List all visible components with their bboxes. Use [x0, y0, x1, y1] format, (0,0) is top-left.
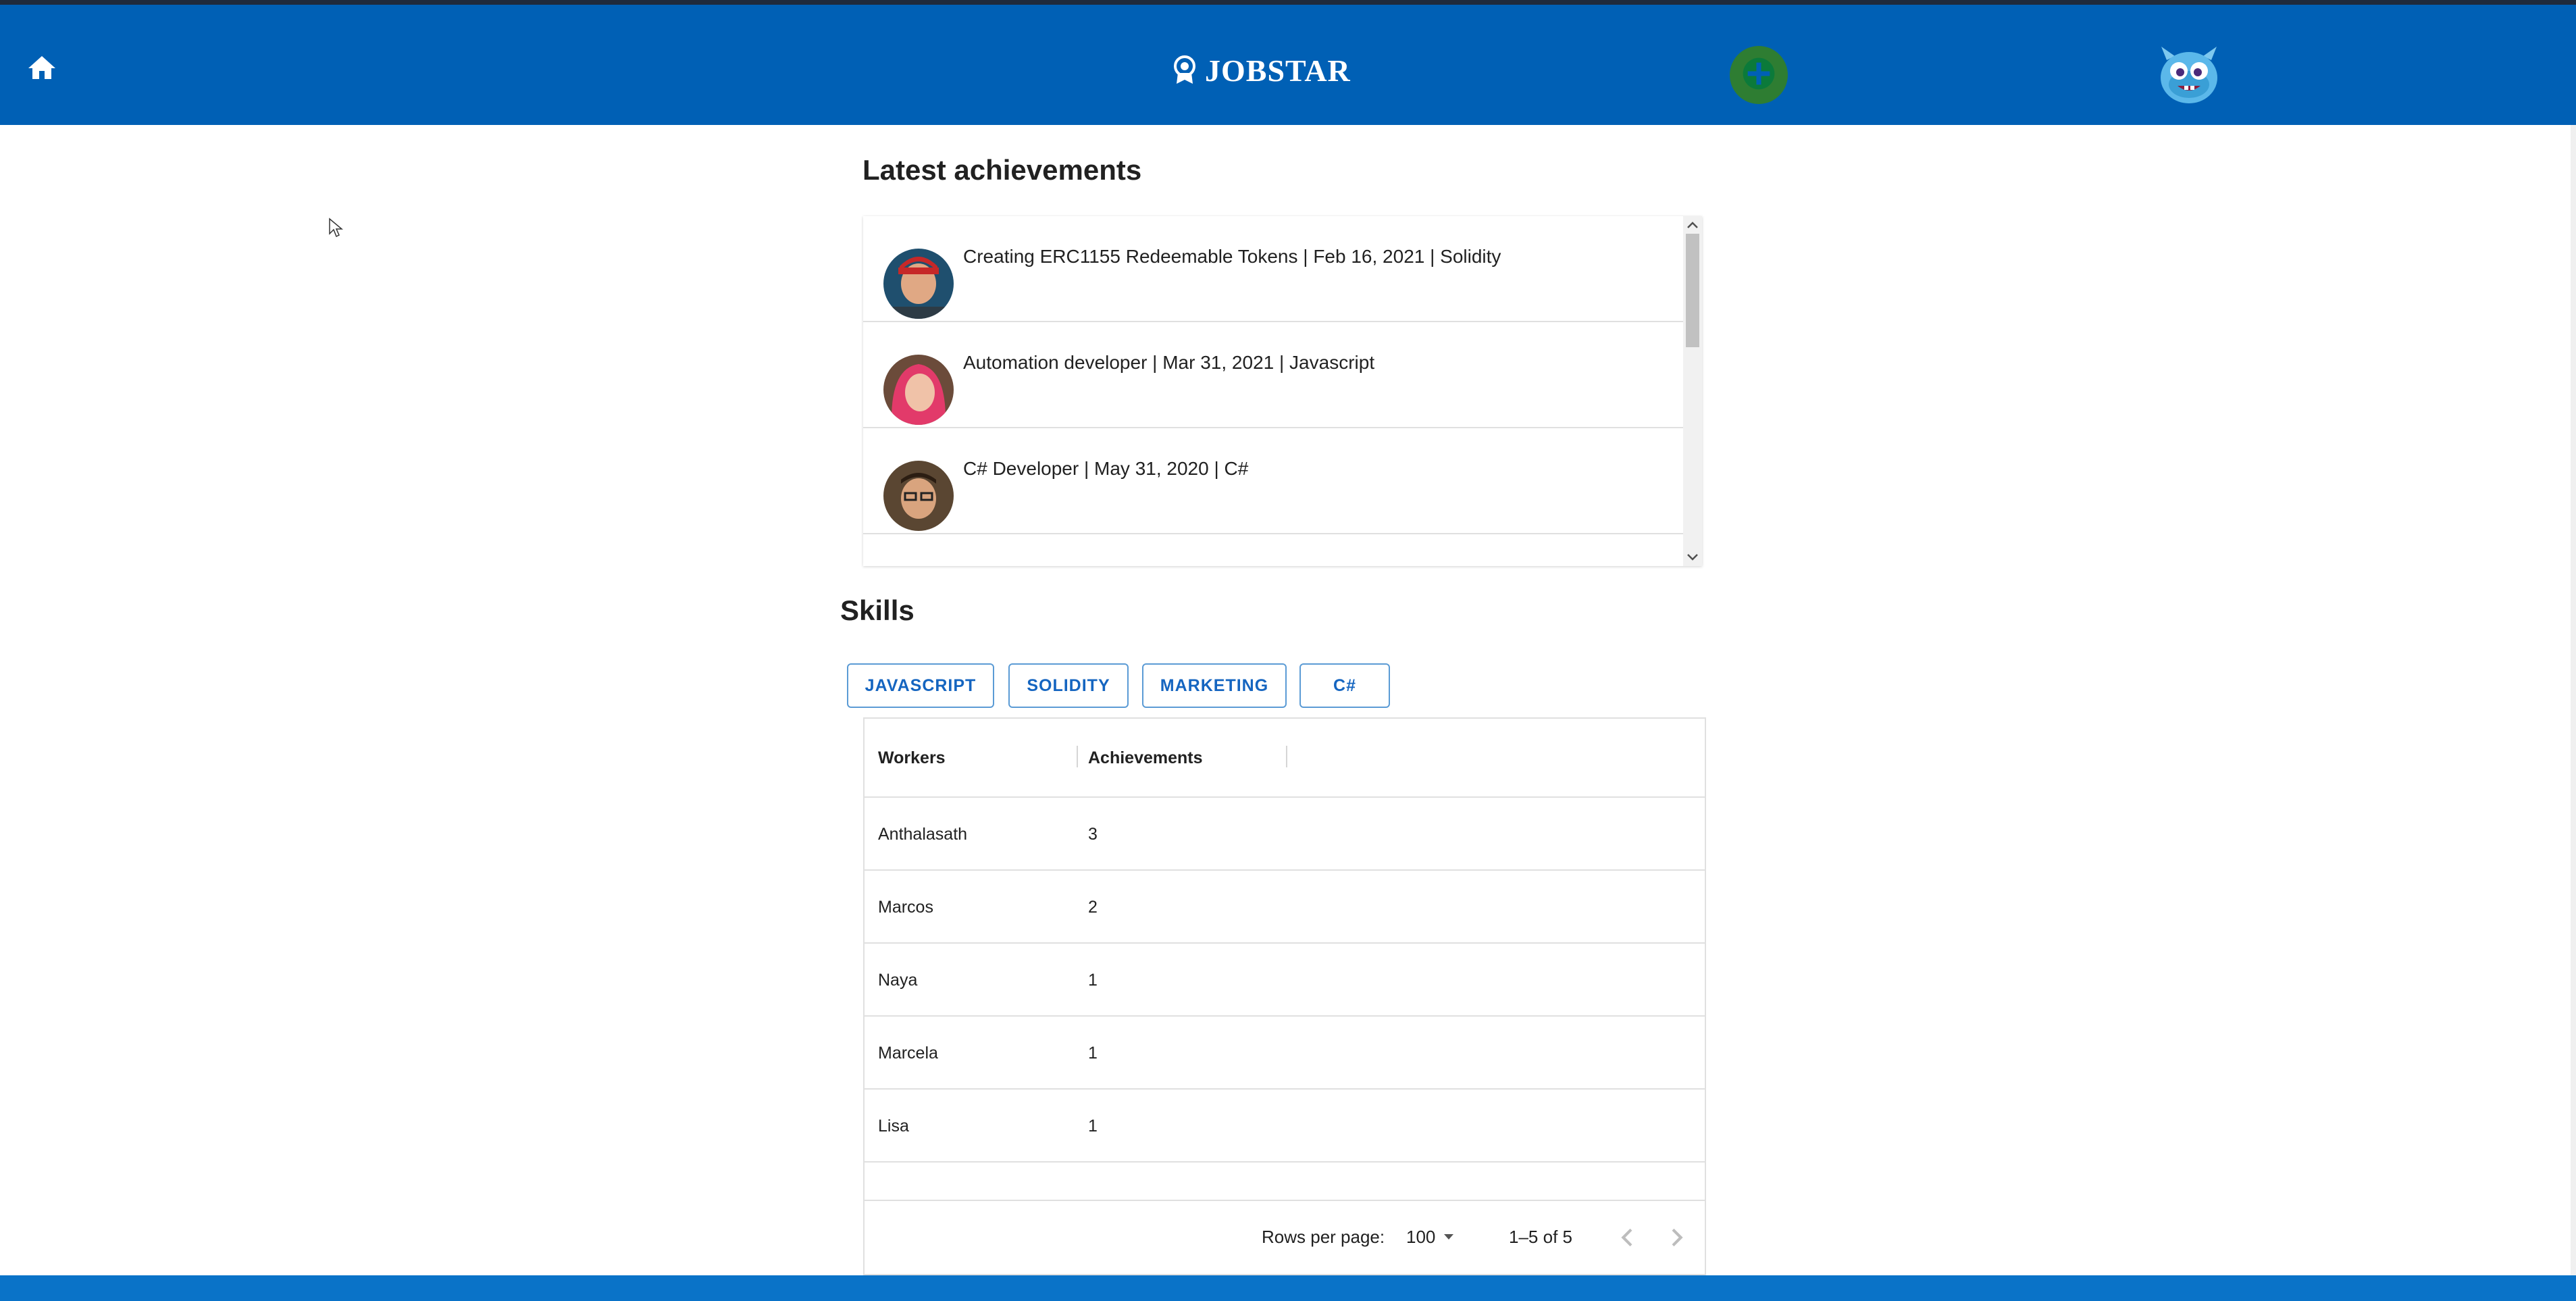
- achievement-text: C# Developer | May 31, 2020 | C#: [963, 458, 1249, 479]
- rows-per-page-select[interactable]: 100: [1399, 1221, 1460, 1251]
- skill-button-csharp[interactable]: C#: [1299, 663, 1390, 708]
- next-page-icon[interactable]: [1663, 1224, 1690, 1251]
- add-achievement-button[interactable]: [1730, 46, 1788, 104]
- avatar: [883, 355, 954, 425]
- rows-per-page-label: Rows per page:: [1262, 1227, 1385, 1247]
- achievement-text: Automation developer | Mar 31, 2021 | Ja…: [963, 352, 1375, 373]
- brand-logo[interactable]: JOBSTAR: [1173, 47, 1351, 94]
- worker-name: Anthalasath: [878, 825, 968, 844]
- achievement-count: 1: [1088, 1117, 1098, 1136]
- achievement-item[interactable]: Creating ERC1155 Redeemable Tokens | Feb…: [863, 216, 1683, 322]
- column-header-achievements[interactable]: Achievements: [1088, 748, 1203, 768]
- mouse-cursor-icon: [328, 218, 344, 238]
- plus-icon: [1740, 55, 1778, 96]
- achievement-count: 1: [1088, 1044, 1098, 1063]
- skill-button-solidity[interactable]: SOLIDITY: [1008, 663, 1129, 708]
- table-header: Workers Achievements: [865, 719, 1705, 798]
- worker-name: Marcos: [878, 898, 933, 917]
- table-row[interactable]: Marcela 1: [865, 1017, 1705, 1090]
- achievement-item[interactable]: [863, 534, 1683, 566]
- home-icon[interactable]: [26, 52, 58, 84]
- skills-title: Skills: [840, 594, 915, 626]
- worker-name: Marcela: [878, 1044, 938, 1063]
- table-row[interactable]: Anthalasath 3: [865, 798, 1705, 871]
- achievement-count: 3: [1088, 825, 1098, 844]
- table-row[interactable]: Marcos 2: [865, 871, 1705, 944]
- column-separator[interactable]: [1286, 746, 1287, 767]
- previous-page-icon[interactable]: [1614, 1224, 1641, 1251]
- column-header-workers[interactable]: Workers: [878, 748, 946, 768]
- worker-name: Naya: [878, 971, 918, 990]
- rows-per-page-value: 100: [1406, 1227, 1436, 1247]
- achievement-count: 1: [1088, 971, 1098, 990]
- achievement-item[interactable]: C# Developer | May 31, 2020 | C#: [863, 428, 1683, 534]
- table-row[interactable]: Naya 1: [865, 944, 1705, 1017]
- achievements-title: Latest achievements: [862, 154, 1142, 186]
- footer-bar: [0, 1275, 2576, 1301]
- table-pagination: Rows per page: 100 1–5 of 5: [865, 1200, 1705, 1274]
- monster-avatar-icon[interactable]: [2155, 44, 2223, 106]
- achievement-item[interactable]: Automation developer | Mar 31, 2021 | Ja…: [863, 322, 1683, 428]
- column-separator[interactable]: [1077, 746, 1078, 767]
- achievements-list: Creating ERC1155 Redeemable Tokens | Feb…: [863, 216, 1702, 566]
- chevron-up-icon[interactable]: [1683, 216, 1702, 234]
- table-row[interactable]: Lisa 1: [865, 1090, 1705, 1163]
- brand-name: JOBSTAR: [1205, 53, 1351, 88]
- window-top-border: [0, 0, 2576, 5]
- scroll-thumb[interactable]: [1686, 234, 1699, 347]
- page-scrollbar[interactable]: [2571, 125, 2576, 1275]
- achievement-text: Creating ERC1155 Redeemable Tokens | Feb…: [963, 246, 1501, 267]
- award-icon: [1173, 55, 1197, 85]
- avatar: [883, 249, 954, 319]
- caret-down-icon: [1443, 1232, 1455, 1244]
- worker-name: Lisa: [878, 1117, 909, 1136]
- list-scrollbar[interactable]: [1683, 216, 1702, 566]
- chevron-down-icon[interactable]: [1683, 549, 1702, 566]
- app-header: JOBSTAR: [0, 5, 2576, 125]
- achievement-count: 2: [1088, 898, 1098, 917]
- avatar: [883, 461, 954, 531]
- workers-table: Workers Achievements Anthalasath 3 Marco…: [863, 717, 1706, 1275]
- skill-button-marketing[interactable]: MARKETING: [1142, 663, 1287, 708]
- skill-button-javascript[interactable]: JAVASCRIPT: [847, 663, 994, 708]
- pagination-range: 1–5 of 5: [1509, 1227, 1572, 1247]
